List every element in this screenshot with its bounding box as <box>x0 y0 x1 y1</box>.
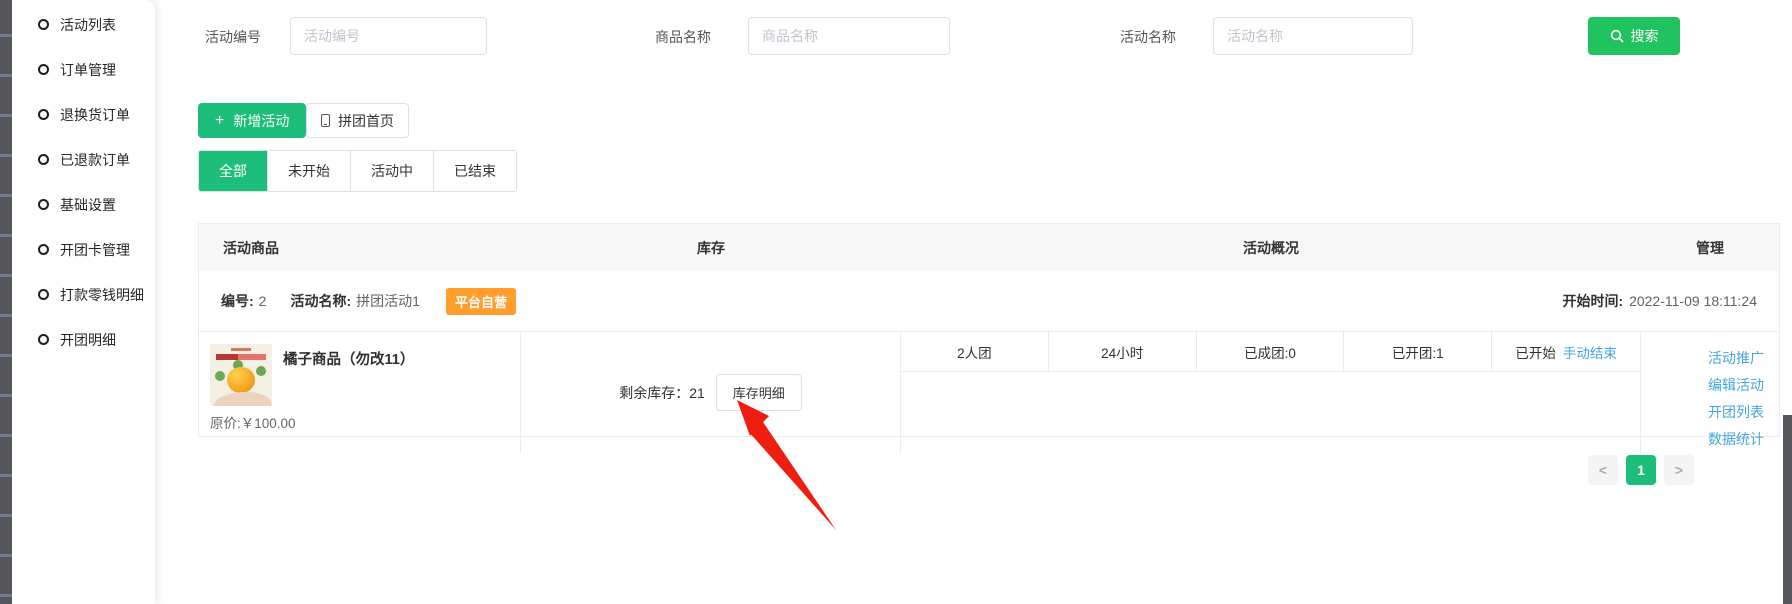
group-duration: 24小时 <box>1049 332 1197 371</box>
sidebar-item-label: 已退款订单 <box>60 150 130 170</box>
search-button-label: 搜索 <box>1631 26 1659 46</box>
sidebar-item-label: 开团卡管理 <box>60 240 130 260</box>
status-text: 已开始 <box>1515 342 1556 362</box>
activity-row: 橘子商品（勿改11） 原价:￥100.00 剩余库存：21 库存明细 2人团 <box>199 332 1779 436</box>
product-name: 橘子商品（勿改11） <box>283 348 414 369</box>
overview-cell: 2人团 24小时 已成团:0 已开团:1 已开始 手动结束 <box>901 332 1641 453</box>
platform-badge: 平台自营 <box>446 288 516 315</box>
stock-cell: 剩余库存：21 库存明细 <box>521 332 901 453</box>
sidebar: 活动列表 订单管理 退换货订单 已退款订单 基础设置 开团卡管理 打款零钱明细 <box>12 0 155 604</box>
circle-bullet-icon <box>38 19 49 30</box>
groups-completed: 已成团:0 <box>1197 332 1345 371</box>
group-buy-admin-page: 活动列表 订单管理 退换货订单 已退款订单 基础设置 开团卡管理 打款零钱明细 <box>0 0 1792 604</box>
activity-name-label: 活动名称 <box>1120 27 1176 47</box>
circle-bullet-icon <box>38 109 49 120</box>
page-1-button[interactable]: 1 <box>1626 455 1656 485</box>
search-icon <box>1610 29 1624 43</box>
circle-bullet-icon <box>38 244 49 255</box>
activity-number-value: 2 <box>259 293 267 309</box>
header-stock: 库存 <box>521 238 901 258</box>
sidebar-item-label: 活动列表 <box>60 15 116 35</box>
search-button[interactable]: 搜索 <box>1588 17 1680 55</box>
collapsed-sidebar-strip <box>0 0 12 604</box>
pagination: < 1 > <box>1588 455 1694 485</box>
sidebar-item-label: 开团明细 <box>60 330 116 350</box>
groups-opened: 已开团:1 <box>1344 332 1492 371</box>
data-statistics-link[interactable]: 数据统计 <box>1641 426 1764 453</box>
product-cell: 橘子商品（勿改11） 原价:￥100.00 <box>199 332 521 453</box>
activity-number-label: 编号: <box>221 291 254 311</box>
orange-fruit-graphic <box>227 367 255 393</box>
product-name-input[interactable] <box>748 17 950 55</box>
circle-bullet-icon <box>38 64 49 75</box>
sidebar-item-activity-list[interactable]: 活动列表 <box>12 2 155 47</box>
start-time-label: 开始时间: <box>1563 293 1624 309</box>
sidebar-item-return-orders[interactable]: 退换货订单 <box>12 92 155 137</box>
sidebar-item-refunded-orders[interactable]: 已退款订单 <box>12 137 155 182</box>
edit-activity-link[interactable]: 编辑活动 <box>1641 372 1764 399</box>
table-header-row: 活动商品 库存 活动概况 管理 <box>199 224 1779 271</box>
tab-ended[interactable]: 已结束 <box>433 151 516 191</box>
activity-group-row: 编号: 2 活动名称: 拼团活动1 平台自营 开始时间: 2022-11-09 … <box>199 271 1779 332</box>
group-list-link[interactable]: 开团列表 <box>1641 399 1764 426</box>
product-price: 原价:￥100.00 <box>210 412 296 432</box>
group-size: 2人团 <box>901 332 1049 371</box>
add-activity-button[interactable]: + 新增活动 <box>198 103 306 138</box>
sidebar-item-label: 退换货订单 <box>60 105 130 125</box>
page-icon <box>321 114 330 127</box>
sidebar-item-label: 打款零钱明细 <box>60 285 144 305</box>
manual-end-link[interactable]: 手动结束 <box>1563 342 1617 362</box>
status-cell: 已开始 手动结束 <box>1492 332 1640 371</box>
sidebar-item-group-detail[interactable]: 开团明细 <box>12 317 155 362</box>
header-activity-product: 活动商品 <box>199 238 521 258</box>
next-page-button[interactable]: > <box>1664 455 1694 485</box>
overview-strip: 2人团 24小时 已成团:0 已开团:1 已开始 手动结束 <box>901 332 1640 372</box>
group-home-button[interactable]: 拼团首页 <box>306 103 409 138</box>
activity-table: 活动商品 库存 活动概况 管理 编号: 2 活动名称: 拼团活动1 平台自营 开… <box>198 223 1780 437</box>
sidebar-item-payment-detail[interactable]: 打款零钱明细 <box>12 272 155 317</box>
start-time-value: 2022-11-09 18:11:24 <box>1629 293 1757 309</box>
stock-detail-button[interactable]: 库存明细 <box>716 374 802 411</box>
hand-graphic <box>212 390 271 406</box>
circle-bullet-icon <box>38 154 49 165</box>
tab-in-progress[interactable]: 活动中 <box>350 151 433 191</box>
header-activity-overview: 活动概况 <box>901 238 1641 258</box>
group-home-label: 拼团首页 <box>338 111 394 131</box>
right-scrollbar-strip[interactable] <box>1783 415 1792 604</box>
circle-bullet-icon <box>38 334 49 345</box>
status-tabs: 全部 未开始 活动中 已结束 <box>198 150 517 192</box>
sidebar-item-label: 基础设置 <box>60 195 116 215</box>
header-manage: 管理 <box>1641 238 1779 258</box>
add-activity-label: 新增活动 <box>233 111 289 131</box>
activity-name-label: 活动名称: <box>290 291 351 311</box>
sidebar-item-group-card-management[interactable]: 开团卡管理 <box>12 227 155 272</box>
remaining-stock-text: 剩余库存：21 <box>619 383 705 403</box>
sidebar-item-order-management[interactable]: 订单管理 <box>12 47 155 92</box>
tab-all[interactable]: 全部 <box>199 151 267 191</box>
promote-activity-link[interactable]: 活动推广 <box>1641 345 1764 372</box>
product-name-label: 商品名称 <box>655 27 711 47</box>
activity-code-label: 活动编号 <box>205 27 261 47</box>
manage-cell: 活动推广 编辑活动 开团列表 数据统计 <box>1641 332 1779 453</box>
sidebar-item-basic-settings[interactable]: 基础设置 <box>12 182 155 227</box>
activity-name-input[interactable] <box>1213 17 1413 55</box>
sidebar-item-label: 订单管理 <box>60 60 116 80</box>
prev-page-button[interactable]: < <box>1588 455 1618 485</box>
circle-bullet-icon <box>38 199 49 210</box>
activity-code-input[interactable] <box>290 17 487 55</box>
product-image <box>210 344 272 406</box>
tab-not-started[interactable]: 未开始 <box>267 151 350 191</box>
plus-icon: + <box>215 113 224 129</box>
circle-bullet-icon <box>38 289 49 300</box>
start-time-wrap: 开始时间: 2022-11-09 18:11:24 <box>1563 291 1757 311</box>
activity-name-value: 拼团活动1 <box>356 291 420 311</box>
